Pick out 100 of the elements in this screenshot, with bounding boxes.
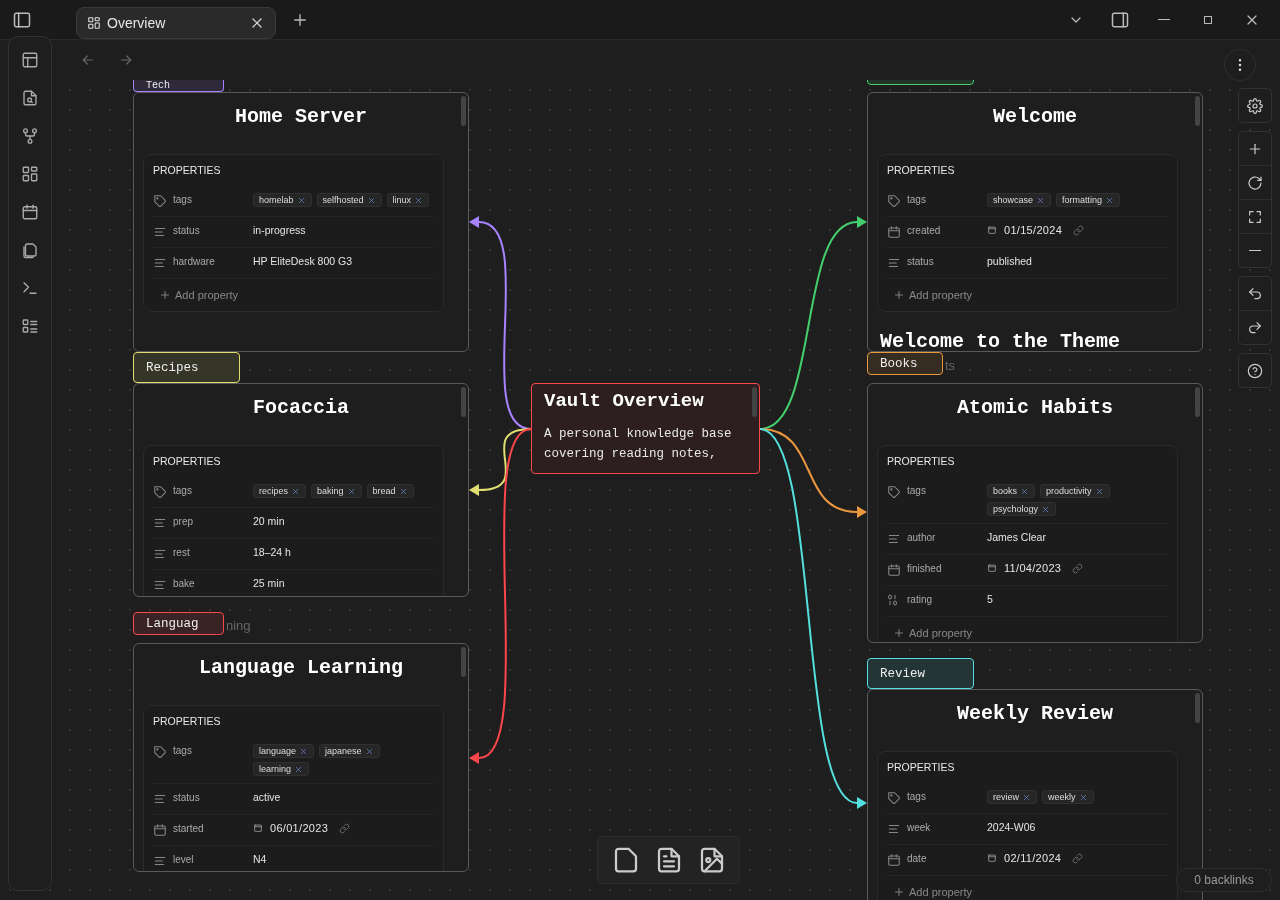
tag-pill[interactable]: linux: [386, 193, 430, 207]
text-lines-icon: [153, 516, 167, 530]
property-name: tags: [173, 193, 193, 205]
property-value[interactable]: N4: [253, 853, 267, 865]
text-lines-icon: [887, 532, 901, 546]
text-lines-icon: [153, 225, 167, 239]
add-property-button[interactable]: Add property: [153, 279, 238, 305]
properties-heading: PROPERTIES: [887, 164, 956, 176]
properties-heading: PROPERTIES: [153, 715, 222, 727]
text-lines-icon: [887, 822, 901, 836]
card-text: A personal knowledge base covering reading notes,: [544, 426, 733, 463]
calendar-icon: [253, 823, 263, 833]
tab[interactable]: Overview: [76, 6, 276, 39]
text-lines-icon: [153, 256, 167, 270]
property-value[interactable]: 25 min: [253, 577, 285, 589]
property-name: level: [173, 853, 195, 865]
remove-icon: [1041, 504, 1051, 514]
tag-icon: [153, 194, 167, 208]
calendar-icon: [987, 853, 997, 863]
properties-heading: PROPERTIES: [153, 164, 222, 176]
property-name: status: [173, 791, 201, 803]
scrollbar-thumb[interactable]: [1195, 387, 1200, 417]
plus-icon: [159, 289, 171, 301]
tag-pill[interactable]: productivity: [1040, 484, 1110, 498]
add-property-button[interactable]: Add property: [887, 876, 972, 900]
link-icon: [339, 822, 351, 834]
link-icon: [1072, 562, 1084, 574]
tag-pill[interactable]: review: [987, 790, 1037, 804]
scrollbar-thumb[interactable]: [461, 387, 466, 417]
property-name: finished: [907, 562, 943, 574]
list-icon: [21, 317, 39, 335]
property-name: rest: [173, 546, 191, 558]
calendar-icon: [887, 225, 901, 239]
date-value[interactable]: 02/11/2024: [1004, 852, 1062, 864]
property-value[interactable]: published: [987, 255, 1032, 267]
scrollbar-thumb[interactable]: [1195, 96, 1200, 126]
tag-pill[interactable]: books: [987, 484, 1036, 498]
scrollbar-thumb[interactable]: [461, 647, 466, 677]
calendar-icon: [21, 203, 39, 221]
card-title: Weekly Review: [956, 702, 1114, 725]
remove-icon: [291, 486, 300, 496]
remove-icon: [296, 195, 306, 205]
property-value[interactable]: 18–24 h: [253, 546, 291, 558]
date-value[interactable]: 11/04/2023: [1004, 562, 1062, 574]
tag-pill[interactable]: weekly: [1042, 790, 1094, 804]
group-label[interactable]: Books: [867, 352, 943, 375]
text-lines-icon: [153, 792, 167, 806]
tag-pill[interactable]: formatting: [1056, 193, 1121, 207]
remove-icon: [1078, 792, 1088, 802]
plus-icon: [893, 627, 905, 639]
add-property-button[interactable]: Add property: [887, 617, 972, 642]
tag-pill[interactable]: bread: [366, 484, 414, 498]
text-lines-icon: [153, 578, 167, 592]
add-property-button[interactable]: Add property: [887, 279, 972, 305]
property-value[interactable]: active: [253, 791, 281, 803]
property-name: tags: [907, 484, 927, 496]
calendar-icon: [987, 225, 997, 235]
property-name: started: [173, 822, 205, 834]
date-value[interactable]: 01/15/2024: [1004, 224, 1063, 236]
number-icon: [887, 594, 899, 606]
tag-pill[interactable]: psychology: [987, 502, 1057, 516]
property-value[interactable]: HP EliteDesk 800 G3: [253, 255, 353, 267]
tag-pill[interactable]: selfhosted: [316, 193, 382, 207]
group-label[interactable]: Tech: [133, 80, 224, 92]
scrollbar-thumb[interactable]: [752, 387, 757, 417]
fit-icon: [1247, 208, 1263, 225]
minimize-icon: [1158, 18, 1170, 21]
property-name: tags: [907, 790, 927, 802]
layout-icon: [21, 51, 39, 69]
property-value[interactable]: in-progress: [253, 224, 306, 236]
grid-icon: [87, 15, 101, 30]
grid-icon: [21, 165, 39, 183]
property-value[interactable]: James Clear: [987, 531, 1046, 543]
tag-pill[interactable]: japanese: [319, 744, 380, 758]
tag-icon: [153, 745, 167, 759]
group-label[interactable]: Languag: [133, 612, 224, 635]
card-title: Language Learning: [197, 656, 404, 679]
remove-icon: [1020, 486, 1030, 496]
remove-icon: [346, 486, 356, 496]
text-lines-icon: [153, 854, 167, 868]
group-label[interactable]: Review: [867, 658, 974, 689]
property-value[interactable]: 2024-W06: [987, 821, 1036, 833]
backlinks-count[interactable]: 0 backlinks: [1176, 868, 1272, 892]
rotate-icon: [1247, 174, 1263, 191]
tag-pill[interactable]: showcase: [987, 193, 1052, 207]
plus-icon: [893, 886, 905, 898]
property-value[interactable]: 20 min: [253, 515, 285, 527]
group-label[interactable]: Recipes: [133, 352, 240, 383]
tag-pill[interactable]: learning: [253, 762, 310, 776]
tag-pill[interactable]: recipes: [253, 484, 306, 498]
property-name: status: [173, 224, 201, 236]
tag-pill[interactable]: baking: [311, 484, 362, 498]
date-value[interactable]: 06/01/2023: [270, 822, 329, 834]
scrollbar-thumb[interactable]: [461, 96, 466, 126]
tag-pill[interactable]: homelab: [253, 193, 312, 207]
tag-pill[interactable]: language: [253, 744, 315, 758]
properties-heading: PROPERTIES: [887, 455, 956, 467]
scrollbar-thumb[interactable]: [1195, 693, 1200, 723]
property-value[interactable]: 5: [987, 593, 993, 605]
file-search-icon: [21, 89, 39, 107]
